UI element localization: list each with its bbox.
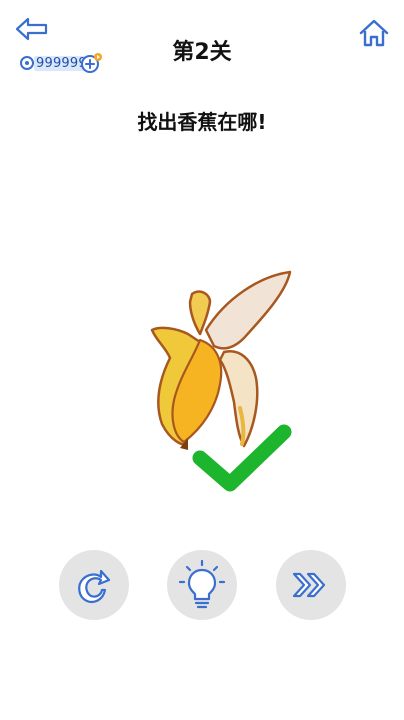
puzzle-prompt: 找出香蕉在哪! (137, 110, 267, 134)
add-keys-button[interactable] (80, 52, 102, 74)
skip-icon (292, 572, 326, 598)
restart-button[interactable] (59, 550, 129, 620)
restart-icon (78, 569, 111, 604)
check-mark-icon (192, 424, 292, 492)
plus-icon (81, 53, 102, 73)
skip-button[interactable] (276, 550, 346, 620)
correct-check (188, 422, 296, 500)
hint-button[interactable] (167, 550, 237, 620)
lightbulb-icon (178, 559, 226, 609)
